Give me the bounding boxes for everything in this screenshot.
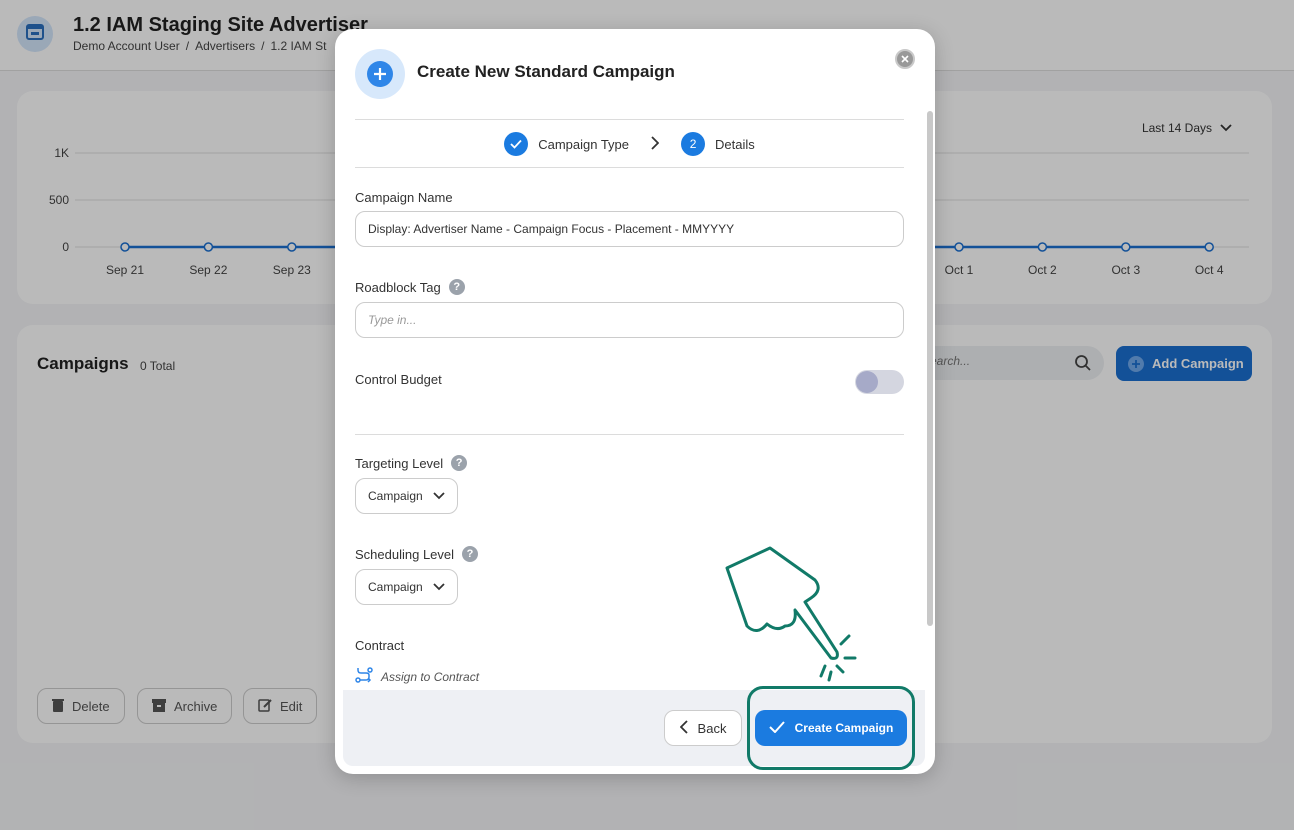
step-number: 2 — [681, 132, 706, 156]
contract-label-text: Contract — [355, 638, 405, 653]
modal-title: Create New Standard Campaign — [417, 62, 675, 81]
divider — [355, 119, 904, 120]
scheduling-level-select[interactable]: Campaign — [355, 569, 458, 605]
chevron-left-icon — [679, 719, 688, 737]
campaign-name-input[interactable] — [355, 211, 904, 247]
roadblock-tag-label: Roadblock Tag ? — [355, 279, 465, 295]
help-icon[interactable]: ? — [462, 546, 479, 562]
roadblock-tag-input[interactable] — [355, 302, 904, 338]
plus-circle-icon — [367, 61, 393, 87]
targeting-level-label-text: Targeting Level — [355, 455, 444, 471]
divider — [355, 167, 904, 168]
targeting-level-label: Targeting Level ? — [355, 455, 468, 471]
step-details: Details — [715, 136, 755, 152]
assign-to-contract-link[interactable]: Assign to Contract — [355, 666, 479, 687]
campaign-name-label: Campaign Name — [355, 190, 453, 205]
control-budget-label: Control Budget — [355, 372, 442, 387]
assign-to-contract-text: Assign to Contract — [381, 669, 480, 684]
toggle-knob — [856, 371, 878, 393]
chevron-down-icon — [433, 580, 445, 594]
step-complete-check-icon — [504, 132, 529, 156]
close-icon — [901, 50, 909, 68]
help-icon[interactable]: ? — [448, 279, 465, 295]
pointing-hand-icon — [715, 540, 865, 690]
scheduling-level-label: Scheduling Level ? — [355, 546, 479, 562]
modal-scrollbar[interactable] — [925, 99, 935, 689]
control-budget-toggle[interactable] — [855, 370, 904, 394]
scheduling-level-label-text: Scheduling Level — [355, 546, 455, 562]
scheduling-level-value: Campaign — [368, 580, 423, 594]
contract-label: Contract — [355, 638, 404, 653]
targeting-level-select[interactable]: Campaign — [355, 478, 458, 514]
scrollbar-thumb[interactable] — [927, 111, 933, 626]
targeting-level-value: Campaign — [368, 489, 423, 503]
chevron-down-icon — [433, 489, 445, 503]
back-label: Back — [697, 720, 727, 736]
close-button[interactable] — [895, 49, 915, 69]
help-icon[interactable]: ? — [451, 455, 468, 471]
step-campaign-type[interactable]: Campaign Type — [538, 137, 629, 152]
route-icon — [355, 666, 373, 687]
divider — [355, 434, 904, 435]
tutorial-highlight-frame — [747, 686, 915, 770]
campaign-name-label-text: Campaign Name — [355, 190, 453, 205]
stepper: Campaign Type 2 Details — [355, 129, 904, 159]
roadblock-tag-label-text: Roadblock Tag — [355, 279, 441, 295]
modal-header-icon — [355, 49, 405, 99]
back-button[interactable]: Back — [664, 710, 742, 746]
chevron-right-icon — [651, 135, 660, 153]
control-budget-label-text: Control Budget — [355, 372, 442, 387]
